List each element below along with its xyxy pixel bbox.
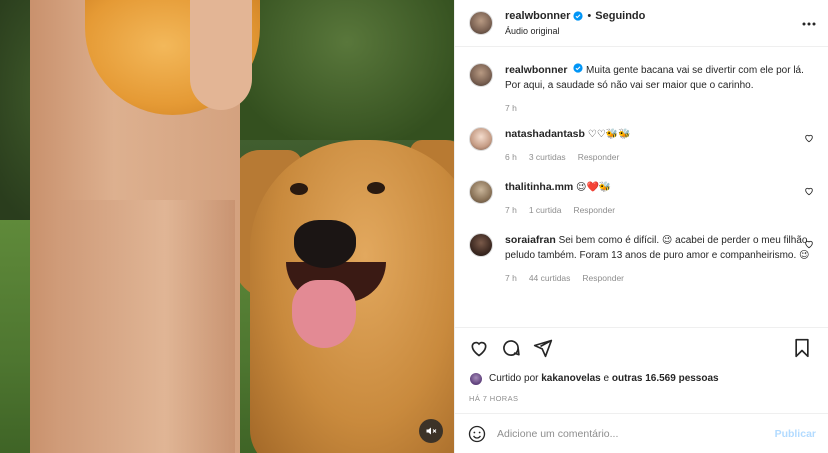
comments-list[interactable]: realwbonner Muita gente bacana vai se di…	[455, 47, 828, 327]
more-dots-icon	[802, 22, 816, 26]
commenter-avatar[interactable]	[469, 180, 493, 204]
caption-time[interactable]: 7 h	[505, 103, 517, 113]
publish-button[interactable]: Publicar	[775, 428, 816, 440]
dog-nose	[294, 220, 356, 268]
post-timestamp[interactable]: HÁ 7 HORAS	[455, 387, 828, 413]
post-header-text: realwbonner • Seguindo Áudio original	[505, 10, 645, 36]
comment-time[interactable]: 7 h	[505, 205, 517, 215]
dog-eye	[290, 183, 308, 195]
emoji-button[interactable]	[467, 424, 487, 444]
following-button[interactable]: Seguindo	[595, 10, 645, 22]
heart-icon	[471, 341, 487, 356]
comment-content: ♡♡🐝🐝	[587, 129, 631, 140]
reply-button[interactable]: Responder	[582, 273, 624, 283]
post-header: realwbonner • Seguindo Áudio original	[455, 0, 828, 47]
save-button[interactable]	[790, 336, 814, 360]
liker-username[interactable]: kakanovelas	[541, 373, 601, 384]
comment-likes[interactable]: 1 curtida	[529, 205, 562, 215]
comment-body: natashadantasb ♡♡🐝🐝 6 h 3 curtidas Respo…	[505, 127, 814, 162]
post-header-line: realwbonner • Seguindo	[505, 10, 645, 22]
post-video[interactable]	[0, 0, 454, 453]
likes-summary: Curtido por kakanovelas e outras 16.569 …	[455, 367, 828, 387]
post-dialog: realwbonner • Seguindo Áudio original re…	[0, 0, 828, 453]
author-username[interactable]: realwbonner	[505, 10, 570, 22]
comment-item: natashadantasb ♡♡🐝🐝 6 h 3 curtidas Respo…	[469, 127, 814, 162]
dog-eye	[367, 182, 385, 194]
verified-badge-icon	[573, 63, 583, 73]
comment-author[interactable]: thalitinha.mm	[505, 181, 573, 193]
mute-button[interactable]	[419, 419, 443, 443]
commenter-avatar[interactable]	[469, 127, 493, 151]
caption-text: realwbonner Muita gente bacana vai se di…	[505, 63, 814, 93]
likes-prefix: Curtido por	[489, 373, 539, 384]
heart-icon[interactable]	[804, 186, 814, 196]
add-comment-bar: Publicar	[455, 413, 828, 453]
comment-text: soraiafran Sei bem como é difícil. 😉 aca…	[505, 233, 814, 263]
comment-input[interactable]	[497, 427, 775, 440]
author-avatar[interactable]	[469, 11, 493, 35]
post-sidebar: realwbonner • Seguindo Áudio original re…	[454, 0, 828, 453]
reply-button[interactable]: Responder	[573, 205, 615, 215]
background-bush	[240, 0, 454, 140]
comment-text: thalitinha.mm 😉❤️🐝	[505, 180, 814, 195]
like-button[interactable]	[467, 336, 491, 360]
liker-avatar[interactable]	[469, 371, 483, 386]
action-bar	[455, 327, 828, 367]
caption-body: realwbonner Muita gente bacana vai se di…	[505, 63, 814, 113]
comment-meta: 7 h 44 curtidas Responder	[505, 273, 814, 283]
commenter-avatar[interactable]	[469, 233, 493, 257]
emoji-icon	[468, 425, 486, 442]
likes-conjunction: e	[603, 373, 610, 384]
caption-author[interactable]: realwbonner	[505, 64, 567, 76]
human-thumb	[190, 0, 252, 110]
likes-count[interactable]: outras 16.569 pessoas	[612, 373, 719, 384]
heart-icon[interactable]	[804, 133, 814, 143]
comment-body: soraiafran Sei bem como é difícil. 😉 aca…	[505, 233, 814, 283]
dog-tongue	[292, 280, 356, 348]
comment-icon	[503, 339, 520, 356]
audio-label[interactable]: Áudio original	[505, 26, 645, 36]
share-button[interactable]	[531, 336, 555, 360]
verified-badge-icon	[573, 11, 583, 21]
comment-button[interactable]	[499, 336, 523, 360]
comment-body: thalitinha.mm 😉❤️🐝 7 h 1 curtida Respond…	[505, 180, 814, 215]
caption-author-avatar[interactable]	[469, 63, 493, 87]
share-icon	[533, 339, 553, 357]
comment-likes[interactable]: 44 curtidas	[529, 273, 571, 283]
muted-speaker-icon	[426, 427, 437, 435]
comment-likes[interactable]: 3 curtidas	[529, 152, 566, 162]
post-caption: realwbonner Muita gente bacana vai se di…	[469, 63, 814, 113]
comment-author[interactable]: natashadantasb	[505, 128, 585, 140]
heart-icon[interactable]	[804, 239, 814, 249]
human-forearm	[60, 200, 235, 453]
comment-time[interactable]: 7 h	[505, 273, 517, 283]
comment-item: soraiafran Sei bem como é difícil. 😉 aca…	[469, 233, 814, 283]
bookmark-icon	[795, 338, 809, 357]
caption-meta: 7 h	[505, 103, 814, 113]
more-options-button[interactable]	[802, 17, 816, 31]
comment-text: natashadantasb ♡♡🐝🐝	[505, 127, 814, 142]
separator-dot: •	[587, 10, 592, 22]
comment-meta: 6 h 3 curtidas Responder	[505, 152, 814, 162]
likes-text: Curtido por kakanovelas e outras 16.569 …	[489, 373, 719, 384]
comment-time[interactable]: 6 h	[505, 152, 517, 162]
comments-fade	[455, 317, 828, 327]
comment-item: thalitinha.mm 😉❤️🐝 7 h 1 curtida Respond…	[469, 180, 814, 215]
comment-author[interactable]: soraiafran	[505, 234, 556, 246]
comment-content: 😉❤️🐝	[576, 182, 612, 193]
comment-meta: 7 h 1 curtida Responder	[505, 205, 814, 215]
reply-button[interactable]: Responder	[578, 152, 620, 162]
